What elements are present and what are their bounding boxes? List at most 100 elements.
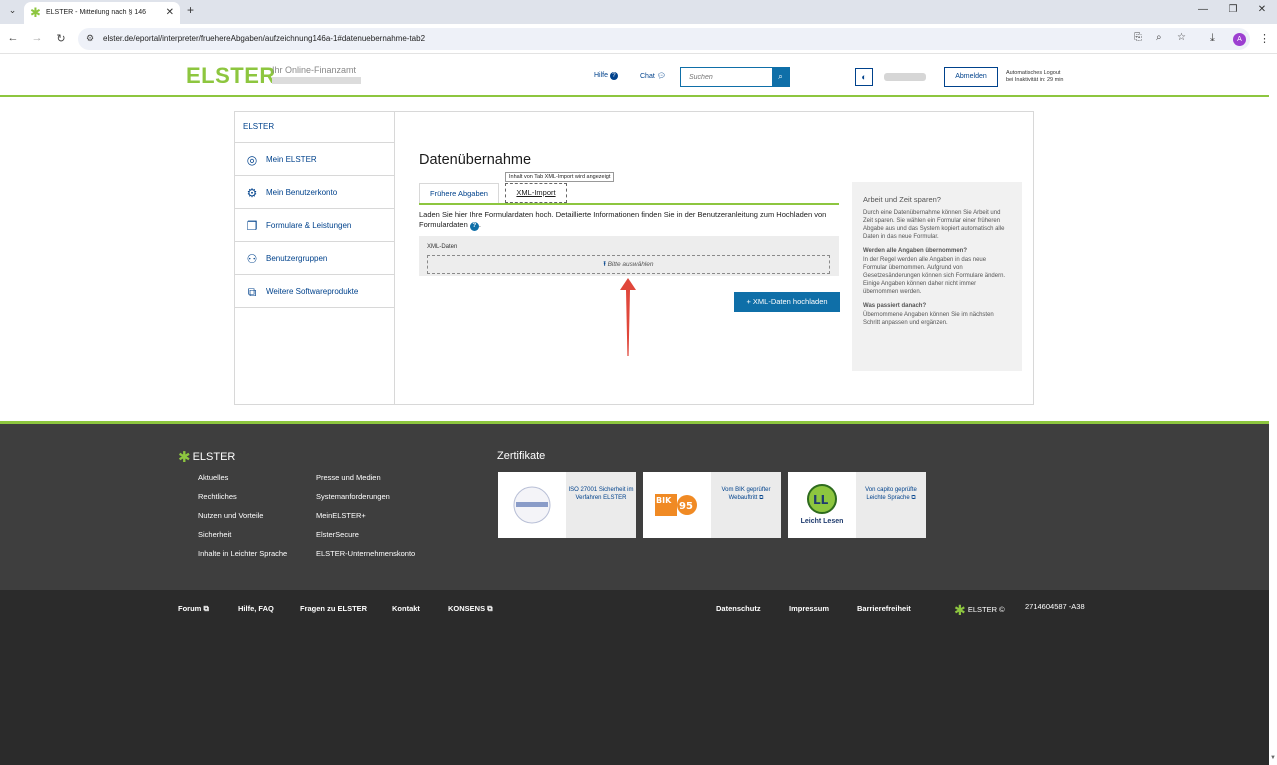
sidebar-head[interactable]: ELSTER xyxy=(235,112,394,143)
footer-kontakt-link[interactable]: Kontakt xyxy=(392,604,420,613)
gear-icon: ⚙ xyxy=(246,186,258,200)
footer-copyright-text: ELSTER © xyxy=(967,605,1005,614)
close-window-icon[interactable]: ✕ xyxy=(1255,4,1269,15)
iso-seal-graphic xyxy=(513,486,551,524)
auto-logout-line2: bei Inaktivität in: 29 min xyxy=(1006,77,1064,83)
footer-link-nutzen[interactable]: Nutzen und Vorteile xyxy=(198,511,263,520)
cert-iso[interactable]: ISO 27001 Sicherheit im Verfahren ELSTER xyxy=(498,472,636,538)
sidebar-item-formulare[interactable]: ❐ Formulare & Leistungen xyxy=(235,209,394,242)
site-header: ELSTER Ihr Online-Finanzamt Hilfe ? Chat… xyxy=(0,55,1269,95)
info-heading-3: Was passiert danach? xyxy=(863,303,927,309)
browser-tabbar: ⌄ ✱ ELSTER - Mitteilung nach § 146 ✕ + —… xyxy=(0,0,1277,24)
footer-link-systemanforderungen[interactable]: Systemanforderungen xyxy=(316,492,390,501)
footer-link-rechtliches[interactable]: Rechtliches xyxy=(198,492,237,501)
upload-arrow-icon: ⭱ xyxy=(603,261,606,268)
info-paragraph-3: Übernommene Angaben können Sie im nächst… xyxy=(863,312,994,326)
sidebar-item-softwareprodukte[interactable]: ⧉ Weitere Softwareprodukte xyxy=(235,275,394,308)
new-tab-icon[interactable]: + xyxy=(187,3,194,17)
chat-link[interactable]: Chat 💬︎ xyxy=(640,72,666,80)
footer-bottom: Forum ⧉ Hilfe, FAQ Fragen zu ELSTER Kont… xyxy=(0,590,1269,765)
file-select-field[interactable]: ⭱ Bitte auswählen xyxy=(427,255,830,274)
info-paragraph-1: Durch eine Datenübernahme können Sie Arb… xyxy=(863,210,1005,240)
upload-xml-button[interactable]: + XML-Daten hochladen xyxy=(734,292,840,312)
elster-star-icon: ✱ xyxy=(178,449,191,466)
footer-link-aktuelles[interactable]: Aktuelles xyxy=(198,473,228,482)
footer-link-unternehmenskonto[interactable]: ELSTER-Unternehmenskonto xyxy=(316,549,415,558)
sidebar-item-benutzergruppen[interactable]: ⚇ Benutzergruppen xyxy=(235,242,394,275)
sidebar-item-label: Weitere Softwareprodukte xyxy=(266,287,359,296)
restore-icon[interactable]: ❐ xyxy=(1226,4,1240,15)
close-tab-icon[interactable]: ✕ xyxy=(166,7,174,18)
leicht-lesen-graphic: LL xyxy=(807,484,837,514)
tab-xml-import-label: XML-Import xyxy=(516,188,556,197)
site-info-icon[interactable]: ⚙ xyxy=(86,33,94,44)
svg-text:95: 95 xyxy=(679,501,693,512)
search-icon[interactable]: ⌕ xyxy=(772,68,789,86)
reload-icon[interactable]: ↻ xyxy=(54,32,68,45)
file-select-label: Bitte auswählen xyxy=(607,261,654,268)
tab-fruehere-abgaben[interactable]: Frühere Abgaben xyxy=(419,183,499,203)
footer-link-elstersecure[interactable]: ElsterSecure xyxy=(316,530,359,539)
external-link-icon: ⧉ xyxy=(759,495,764,501)
tab-search-icon[interactable]: ⌄ xyxy=(5,5,20,19)
cert-bik[interactable]: 95 BIK Vom BIK geprüfter Webauftritt ⧉ xyxy=(643,472,781,538)
bookmark-star-icon[interactable]: ☆ xyxy=(1177,32,1186,43)
help-question-icon[interactable]: ? xyxy=(469,222,479,231)
tab-xml-import[interactable]: XML-Import xyxy=(505,183,567,203)
address-bar[interactable]: ⚙ elster.de/eportal/interpreter/fruehere… xyxy=(78,28,1250,50)
help-link[interactable]: Hilfe ? xyxy=(594,72,618,80)
footer-barrierefreiheit-link[interactable]: Barrierefreiheit xyxy=(857,604,911,613)
url-text: elster.de/eportal/interpreter/fruehereAb… xyxy=(103,34,426,43)
red-annotation-arrow xyxy=(620,278,636,356)
leicht-lesen-caption: Leicht Lesen xyxy=(800,518,844,525)
logout-button[interactable]: Abmelden xyxy=(944,67,998,87)
footer-logo[interactable]: ✱ ELSTER xyxy=(178,448,235,466)
footer-forum-link[interactable]: Forum ⧉ xyxy=(178,604,209,614)
logo-subtitle: Ihr Online-Finanzamt xyxy=(272,65,357,75)
elster-logo[interactable]: ELSTER xyxy=(186,63,276,89)
main-card: ELSTER ◎ Mein ELSTER ⚙ Mein Benutzerkont… xyxy=(234,111,1034,405)
footer-konsens-link[interactable]: KONSENS ⧉ xyxy=(448,604,493,614)
footer-fragen-link[interactable]: Fragen zu ELSTER xyxy=(300,604,367,613)
footer-link-sicherheit[interactable]: Sicherheit xyxy=(198,530,231,539)
contrast-toggle-icon[interactable]: ◐ xyxy=(855,68,873,86)
profile-avatar[interactable]: A xyxy=(1233,33,1246,46)
cert-iso-text: ISO 27001 Sicherheit im Verfahren ELSTER xyxy=(566,472,636,538)
footer-impressum-link[interactable]: Impressum xyxy=(789,604,829,613)
footer-link-leichte-sprache[interactable]: Inhalte in Leichter Sprache xyxy=(198,549,287,558)
download-icon[interactable]: ⤓ xyxy=(1210,32,1215,45)
sidebar-item-label: Mein Benutzerkonto xyxy=(266,188,338,197)
footer-top: ✱ ELSTER Aktuelles Rechtliches Nutzen und… xyxy=(0,424,1269,590)
forward-icon[interactable]: → xyxy=(30,32,44,44)
sidebar-item-benutzerkonto[interactable]: ⚙ Mein Benutzerkonto xyxy=(235,176,394,209)
search-input[interactable] xyxy=(681,68,773,86)
external-link-icon: ⧉ xyxy=(203,604,209,613)
bik-logo-graphic: 95 BIK xyxy=(655,494,697,516)
browser-toolbar: ← → ↻ ⚙ elster.de/eportal/interpreter/fr… xyxy=(0,24,1277,54)
elster-star-icon: ✱ xyxy=(954,602,966,618)
footer-link-meinelster-plus[interactable]: MeinELSTER+ xyxy=(316,511,366,520)
upload-description: Laden Sie hier Ihre Formulardaten hoch. … xyxy=(419,210,827,231)
footer-copyright: ✱ ELSTER © xyxy=(954,602,1005,619)
menu-icon[interactable]: ⋮ xyxy=(1259,32,1270,45)
header-divider xyxy=(0,95,1269,97)
help-label: Hilfe xyxy=(594,72,609,79)
back-icon[interactable]: ← xyxy=(6,32,20,44)
chat-bubble-icon: 💬︎ xyxy=(656,73,666,80)
elster-favicon-icon: ✱ xyxy=(30,5,41,20)
footer-link-presse[interactable]: Presse und Medien xyxy=(316,473,381,482)
forum-label: Forum xyxy=(178,604,202,613)
scroll-down-arrow-icon[interactable]: ▼ xyxy=(1270,755,1276,761)
info-paragraph-2: In der Regel werden alle Angaben in das … xyxy=(863,257,1006,295)
minimize-icon[interactable]: — xyxy=(1196,4,1210,15)
upload-label: XML-Daten xyxy=(427,244,458,250)
sidebar-item-mein-elster[interactable]: ◎ Mein ELSTER xyxy=(235,143,394,176)
zoom-icon[interactable]: ⌕ xyxy=(1156,32,1162,43)
info-heading-2: Werden alle Angaben übernommen? xyxy=(863,248,968,254)
footer-help-faq-link[interactable]: Hilfe, FAQ xyxy=(238,604,274,613)
browser-tab[interactable]: ✱ ELSTER - Mitteilung nach § 146 ✕ xyxy=(24,2,180,24)
install-app-icon[interactable]: ⎘ xyxy=(1134,32,1142,43)
cert-capito[interactable]: LL Leicht Lesen Von capito geprüfte Leic… xyxy=(788,472,926,538)
footer-datenschutz-link[interactable]: Datenschutz xyxy=(716,604,761,613)
bik-logo-icon: 95 BIK xyxy=(643,472,711,538)
